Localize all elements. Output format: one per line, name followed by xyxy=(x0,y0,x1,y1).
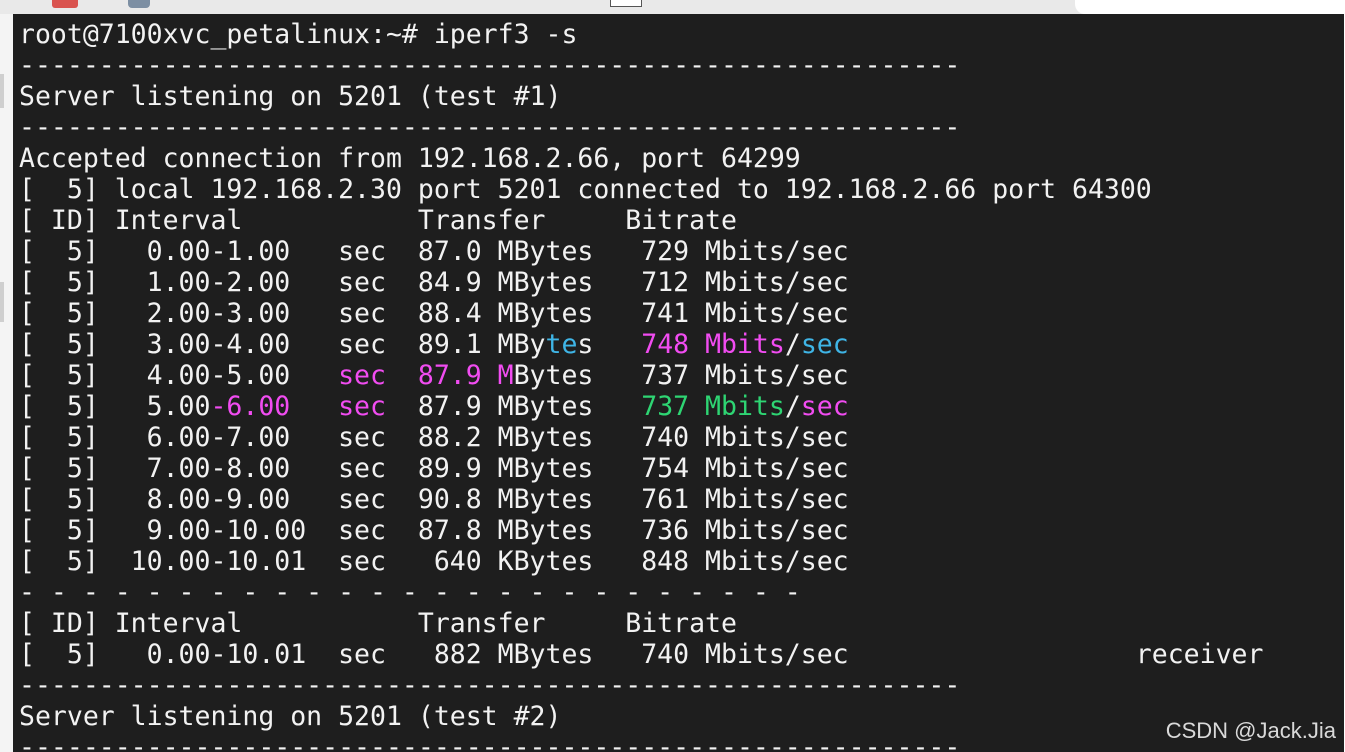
accepted-connection-line: Accepted connection from 192.168.2.66, p… xyxy=(19,143,801,174)
server-listening-line: Server listening on 5201 (test #1) xyxy=(19,81,562,112)
interval-row: [ 5] 9.00-10.00 sec 87.8 MBytes 736 Mbit… xyxy=(19,515,849,546)
interval-row: [ 5] 5.00-6.00 sec 87.9 MBytes 737 Mbits… xyxy=(19,391,849,422)
separator-line: ----------------------------------------… xyxy=(19,670,961,701)
separator-line: ----------------------------------------… xyxy=(19,112,961,143)
terminal-window[interactable]: root@7100xvc_petalinux:~# iperf3 -s ----… xyxy=(13,14,1344,752)
background-window-tab xyxy=(1075,0,1345,14)
table-header-line: [ ID] Interval Transfer Bitrate xyxy=(19,205,737,236)
watermark-text: CSDN @Jack.Jia xyxy=(1165,718,1336,743)
interval-row: [ 5] 1.00-2.00 sec 84.9 MBytes 712 Mbits… xyxy=(19,267,849,298)
dashed-separator-line: - - - - - - - - - - - - - - - - - - - - … xyxy=(19,577,801,608)
interval-row: [ 5] 10.00-10.01 sec 640 KBytes 848 Mbit… xyxy=(19,546,849,577)
interval-row: [ 5] 7.00-8.00 sec 89.9 MBytes 754 Mbits… xyxy=(19,453,849,484)
interval-row: [ 5] 3.00-4.00 sec 89.1 MBytes 748 Mbits… xyxy=(19,329,849,360)
summary-header-line: [ ID] Interval Transfer Bitrate xyxy=(19,608,737,639)
summary-row: [ 5] 0.00-10.01 sec 882 MBytes 740 Mbits… xyxy=(19,639,1264,670)
separator-line: ----------------------------------------… xyxy=(19,732,961,752)
interval-row: [ 5] 6.00-7.00 sec 88.2 MBytes 740 Mbits… xyxy=(19,422,849,453)
window-top-chrome xyxy=(0,0,1345,14)
separator-line: ----------------------------------------… xyxy=(19,50,961,81)
interval-row: [ 5] 8.00-9.00 sec 90.8 MBytes 761 Mbits… xyxy=(19,484,849,515)
server-listening-line: Server listening on 5201 (test #2) xyxy=(19,701,562,732)
interval-row: [ 5] 4.00-5.00 sec 87.9 MBytes 737 Mbits… xyxy=(19,360,849,391)
background-window-edge xyxy=(0,14,13,752)
screenshot-page: root@7100xvc_petalinux:~# iperf3 -s ----… xyxy=(0,0,1345,752)
prompt-command-line: root@7100xvc_petalinux:~# iperf3 -s xyxy=(19,19,578,50)
taskbar-app-icon-2[interactable] xyxy=(128,0,150,8)
interval-row: [ 5] 0.00-1.00 sec 87.0 MBytes 729 Mbits… xyxy=(19,236,849,267)
window-restore-icon[interactable] xyxy=(610,0,642,7)
local-connection-line: [ 5] local 192.168.2.30 port 5201 connec… xyxy=(19,174,1152,205)
interval-row: [ 5] 2.00-3.00 sec 88.4 MBytes 741 Mbits… xyxy=(19,298,849,329)
taskbar-app-icon[interactable] xyxy=(52,0,78,8)
